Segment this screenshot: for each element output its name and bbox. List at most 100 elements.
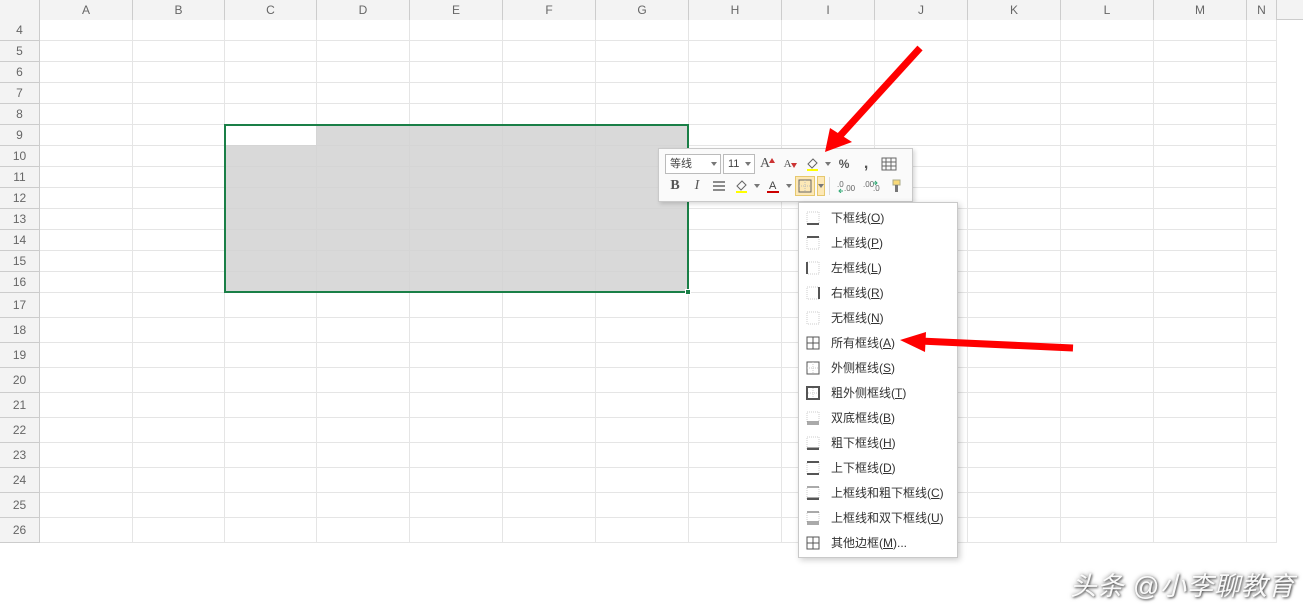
column-header-A[interactable]: A: [40, 0, 133, 20]
font-color-dropdown[interactable]: [785, 176, 793, 196]
border-left-icon: [805, 260, 821, 276]
row-header-4[interactable]: 4: [0, 20, 40, 41]
column-headers: ABCDEFGHIJKLMN: [0, 0, 1303, 20]
decrease-font-button[interactable]: A: [780, 154, 800, 174]
border-thickbottom-icon: [805, 435, 821, 451]
format-painter-button[interactable]: [886, 176, 906, 196]
row-header-21[interactable]: 21: [0, 393, 40, 418]
border-right-icon: [805, 285, 821, 301]
border-bottom-icon: [805, 210, 821, 226]
border-outside-icon: [805, 360, 821, 376]
row-header-12[interactable]: 12: [0, 188, 40, 209]
column-header-M[interactable]: M: [1154, 0, 1247, 20]
row-header-14[interactable]: 14: [0, 230, 40, 251]
borders-menu: 下框线(O) 上框线(P)左框线(L) 右框线(R) 无框线(N) 所有框线(A) 外侧框…: [798, 202, 958, 558]
decrease-decimal-button[interactable]: .00.0: [860, 176, 884, 196]
row-header-10[interactable]: 10: [0, 146, 40, 167]
column-header-G[interactable]: G: [596, 0, 689, 20]
row-header-6[interactable]: 6: [0, 62, 40, 83]
row-header-22[interactable]: 22: [0, 418, 40, 443]
chevron-down-icon: [754, 184, 760, 188]
increase-font-button[interactable]: A: [757, 154, 778, 174]
row-header-5[interactable]: 5: [0, 41, 40, 62]
border-menu-item-thickbottom[interactable]: 粗下框线(H): [799, 430, 957, 455]
column-header-J[interactable]: J: [875, 0, 968, 20]
comma-style-button[interactable]: ,: [856, 154, 876, 174]
fill-color-dropdown-2[interactable]: [753, 176, 761, 196]
border-dblbottom-icon: [805, 410, 821, 426]
row-header-19[interactable]: 19: [0, 343, 40, 368]
column-header-E[interactable]: E: [410, 0, 503, 20]
italic-button[interactable]: I: [687, 176, 707, 196]
borders-dropdown[interactable]: [817, 176, 825, 196]
font-size-selector[interactable]: 11: [723, 154, 755, 174]
paint-bucket-icon: [805, 157, 819, 171]
column-header-F[interactable]: F: [503, 0, 596, 20]
percent-button[interactable]: %: [834, 154, 854, 174]
row-header-9[interactable]: 9: [0, 125, 40, 146]
border-menu-item-left[interactable]: 左框线(L): [799, 255, 957, 280]
border-menu-item-outside[interactable]: 外侧框线(S): [799, 355, 957, 380]
border-menu-item-thickout[interactable]: 粗外侧框线(T): [799, 380, 957, 405]
column-header-D[interactable]: D: [317, 0, 410, 20]
column-header-B[interactable]: B: [133, 0, 225, 20]
border-menu-label: 无框线(N): [831, 309, 884, 326]
decrease-decimal-icon: .00.0: [863, 179, 881, 193]
column-header-K[interactable]: K: [968, 0, 1061, 20]
svg-text:.00: .00: [844, 184, 855, 193]
select-all-corner[interactable]: [0, 0, 40, 20]
border-menu-item-all[interactable]: 所有框线(A): [799, 330, 957, 355]
mini-toolbar: 等线 11 A A % , B I: [658, 148, 913, 202]
column-header-L[interactable]: L: [1061, 0, 1154, 20]
border-menu-label: 下框线(O): [831, 209, 884, 226]
border-menu-item-top[interactable]: 上框线(P): [799, 230, 957, 255]
row-header-11[interactable]: 11: [0, 167, 40, 188]
column-header-H[interactable]: H: [689, 0, 782, 20]
column-header-I[interactable]: I: [782, 0, 875, 20]
row-header-17[interactable]: 17: [0, 293, 40, 318]
font-name-selector[interactable]: 等线: [665, 154, 721, 174]
border-menu-label: 右框线(R): [831, 284, 884, 301]
fill-color-button[interactable]: [802, 154, 822, 174]
column-header-N[interactable]: N: [1247, 0, 1277, 20]
row-header-25[interactable]: 25: [0, 493, 40, 518]
row-header-8[interactable]: 8: [0, 104, 40, 125]
mini-toolbar-row1: 等线 11 A A % ,: [665, 153, 906, 175]
border-top-icon: [805, 235, 821, 251]
align-button[interactable]: [709, 176, 729, 196]
borders-button[interactable]: [795, 176, 815, 196]
border-menu-item-right[interactable]: 右框线(R): [799, 280, 957, 305]
row-header-24[interactable]: 24: [0, 468, 40, 493]
border-none-icon: [805, 310, 821, 326]
row-header-16[interactable]: 16: [0, 272, 40, 293]
row-header-15[interactable]: 15: [0, 251, 40, 272]
format-table-button[interactable]: [878, 154, 900, 174]
border-menu-item-bottom[interactable]: 下框线(O): [799, 205, 957, 230]
paintbrush-icon: [889, 179, 903, 193]
border-menu-item-topdblbottom[interactable]: 上框线和双下框线(U): [799, 505, 957, 530]
border-menu-item-topthickbottom[interactable]: 上框线和粗下框线(C): [799, 480, 957, 505]
border-menu-item-none[interactable]: 无框线(N): [799, 305, 957, 330]
bold-button[interactable]: B: [665, 176, 685, 196]
border-menu-item-more[interactable]: 其他边框(M)...: [799, 530, 957, 555]
fill-color-button-2[interactable]: [731, 176, 751, 196]
increase-decimal-button[interactable]: .0.00: [834, 176, 858, 196]
watermark: 头条 @小李聊教育: [1070, 566, 1295, 603]
row-header-18[interactable]: 18: [0, 318, 40, 343]
border-thickout-icon: [805, 385, 821, 401]
chevron-down-icon: [711, 162, 717, 166]
border-menu-item-topbottom[interactable]: 上下框线(D): [799, 455, 957, 480]
paint-bucket-icon: [734, 179, 748, 193]
fill-color-dropdown[interactable]: [824, 154, 832, 174]
border-menu-label: 所有框线(A): [831, 334, 895, 351]
cells-area[interactable]: [40, 20, 1303, 607]
row-header-20[interactable]: 20: [0, 368, 40, 393]
border-menu-item-dblbottom[interactable]: 双底框线(B): [799, 405, 957, 430]
font-color-button[interactable]: A: [763, 176, 783, 196]
row-header-7[interactable]: 7: [0, 83, 40, 104]
borders-icon: [798, 179, 812, 193]
row-header-13[interactable]: 13: [0, 209, 40, 230]
row-header-23[interactable]: 23: [0, 443, 40, 468]
row-header-26[interactable]: 26: [0, 518, 40, 543]
column-header-C[interactable]: C: [225, 0, 317, 20]
